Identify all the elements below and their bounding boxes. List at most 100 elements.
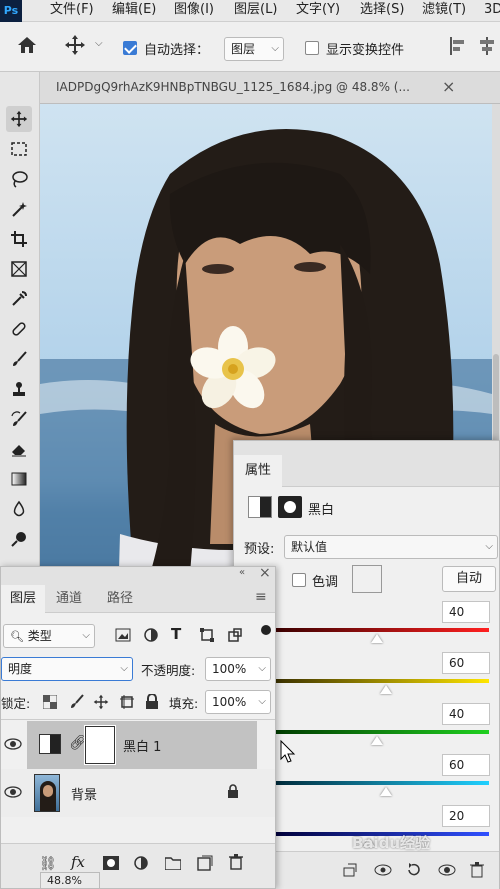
collapse-icon[interactable]: « <box>239 567 245 578</box>
marquee-tool-icon[interactable] <box>6 136 32 162</box>
tab-layers[interactable]: 图层 <box>1 585 45 613</box>
layer-name[interactable]: 背景 <box>71 784 97 803</box>
filter-shape-icon[interactable] <box>199 627 215 647</box>
slider-thumb[interactable] <box>379 787 392 796</box>
filter-pixel-icon[interactable] <box>115 627 131 647</box>
eyedropper-tool-icon[interactable] <box>6 286 32 312</box>
layer-mask-icon[interactable] <box>278 496 302 518</box>
menu-image[interactable]: 图像(I) <box>174 0 214 22</box>
slider-track[interactable] <box>274 781 489 785</box>
clip-to-layer-icon[interactable] <box>342 862 358 882</box>
fx-icon[interactable]: fx <box>71 853 85 871</box>
menu-select[interactable]: 选择(S) <box>360 0 404 22</box>
blend-mode-dropdown[interactable]: 明度 ⌵ <box>1 657 133 681</box>
properties-tab[interactable]: 属性 <box>234 455 282 487</box>
filter-type-icon[interactable]: T <box>171 625 181 643</box>
gradient-tool-icon[interactable] <box>6 466 32 492</box>
healing-brush-tool-icon[interactable] <box>6 316 32 342</box>
auto-button[interactable]: 自动 <box>442 566 496 592</box>
clone-stamp-tool-icon[interactable] <box>6 376 32 402</box>
align-left-icon[interactable] <box>449 35 467 61</box>
auto-select-checkbox[interactable] <box>123 41 137 55</box>
menu-type[interactable]: 文字(Y) <box>296 0 340 22</box>
close-icon[interactable]: × <box>259 565 271 581</box>
search-icon: 🔍︎ <box>10 630 24 643</box>
slider-thumb[interactable] <box>371 736 384 745</box>
opacity-field[interactable]: 100% ⌵ <box>205 657 271 681</box>
eraser-tool-icon[interactable] <box>6 436 32 462</box>
history-brush-tool-icon[interactable] <box>6 406 32 432</box>
link-layers-icon[interactable]: ⛓︎ <box>39 856 57 872</box>
menu-layer[interactable]: 图层(L) <box>234 0 277 22</box>
crop-tool-icon[interactable] <box>6 226 32 252</box>
slider-value-field[interactable]: 20 <box>442 805 490 827</box>
fill-field[interactable]: 100% ⌵ <box>205 690 271 714</box>
panel-menu-icon[interactable]: ≡ <box>255 589 267 605</box>
tab-channels[interactable]: 通道 <box>56 585 82 613</box>
lock-artboard-icon[interactable] <box>119 694 135 714</box>
align-center-icon[interactable] <box>478 35 496 61</box>
lock-position-icon[interactable] <box>93 694 109 714</box>
slider-thumb[interactable] <box>379 685 392 694</box>
filter-adjustment-icon[interactable] <box>143 627 159 647</box>
close-icon[interactable]: × <box>442 77 455 96</box>
preset-dropdown[interactable]: 默认值 ⌵ <box>284 535 498 559</box>
menu-filter[interactable]: 滤镜(T) <box>422 0 466 22</box>
move-tool-preset-icon[interactable] <box>64 34 86 60</box>
dodge-tool-icon[interactable] <box>6 526 32 552</box>
new-group-icon[interactable] <box>164 856 182 874</box>
visibility-eye-icon[interactable] <box>4 785 22 803</box>
view-previous-state-icon[interactable] <box>374 862 392 882</box>
tint-color-swatch[interactable] <box>352 565 382 593</box>
new-adjustment-icon[interactable] <box>133 855 149 875</box>
layer-row[interactable]: 背景 <box>1 769 275 817</box>
slider-track[interactable] <box>274 679 489 683</box>
trash-icon[interactable] <box>470 862 484 882</box>
slider-value-field[interactable]: 60 <box>442 652 490 674</box>
chevron-down-icon[interactable]: ⌵ <box>95 38 103 49</box>
layer-name[interactable]: 黑白 1 <box>123 736 161 755</box>
lock-transparent-icon[interactable] <box>42 694 58 713</box>
zoom-level-field[interactable]: 48.8% <box>40 872 100 889</box>
slider-track[interactable] <box>274 628 489 632</box>
frame-tool-icon[interactable] <box>6 256 32 282</box>
menu-edit[interactable]: 编辑(E) <box>112 0 156 22</box>
layer-mask-thumbnail[interactable] <box>84 725 116 765</box>
trash-icon[interactable] <box>229 854 243 874</box>
reset-icon[interactable] <box>406 862 422 882</box>
filter-toggle-icon[interactable] <box>261 625 271 635</box>
add-mask-icon[interactable] <box>103 856 119 874</box>
visibility-eye-icon[interactable] <box>4 737 22 755</box>
slider-track[interactable] <box>274 730 489 734</box>
tint-checkbox[interactable] <box>292 573 306 587</box>
lock-icon <box>227 784 239 803</box>
home-icon[interactable] <box>16 34 38 60</box>
menu-file[interactable]: 文件(F) <box>50 0 94 22</box>
slider-thumb[interactable] <box>371 634 384 643</box>
brush-tool-icon[interactable] <box>6 346 32 372</box>
menu-3d[interactable]: 3D <box>484 0 500 22</box>
slider-value-field[interactable]: 40 <box>442 601 490 623</box>
slider-value-field[interactable]: 40 <box>442 703 490 725</box>
tab-paths[interactable]: 路径 <box>107 585 133 613</box>
lasso-tool-icon[interactable] <box>6 166 32 192</box>
layers-panel: « × 图层 通道 路径 ≡ 🔍︎ 类型 ⌵ T 明度 ⌵ 不透明度: 100%… <box>0 565 276 889</box>
layer-filter-dropdown[interactable]: 🔍︎ 类型 ⌵ <box>3 624 95 648</box>
lock-all-icon[interactable] <box>145 693 159 714</box>
magic-wand-tool-icon[interactable] <box>6 196 32 222</box>
show-transform-checkbox[interactable] <box>305 41 319 55</box>
auto-select-target-dropdown[interactable]: 图层 ⌵ <box>224 37 284 61</box>
blur-tool-icon[interactable] <box>6 496 32 522</box>
panel-drag-bar[interactable]: « × <box>1 565 275 585</box>
fill-label: 填充: <box>169 696 199 711</box>
new-layer-icon[interactable] <box>197 855 213 875</box>
document-tab-title[interactable]: IADPDgQ9rhAzK9HNBpTNBGU_1125_1684.jpg @ … <box>56 80 410 94</box>
filter-smart-object-icon[interactable] <box>227 627 243 647</box>
visibility-eye-icon[interactable] <box>438 862 456 882</box>
layer-row-selected[interactable]: 🔗︎ 黑白 1 <box>27 721 257 769</box>
lock-image-brush-icon[interactable] <box>69 694 85 714</box>
slider-value-field[interactable]: 60 <box>442 754 490 776</box>
divider <box>1 719 275 720</box>
move-tool-icon[interactable] <box>6 106 32 132</box>
panel-drag-bar[interactable] <box>234 441 499 455</box>
